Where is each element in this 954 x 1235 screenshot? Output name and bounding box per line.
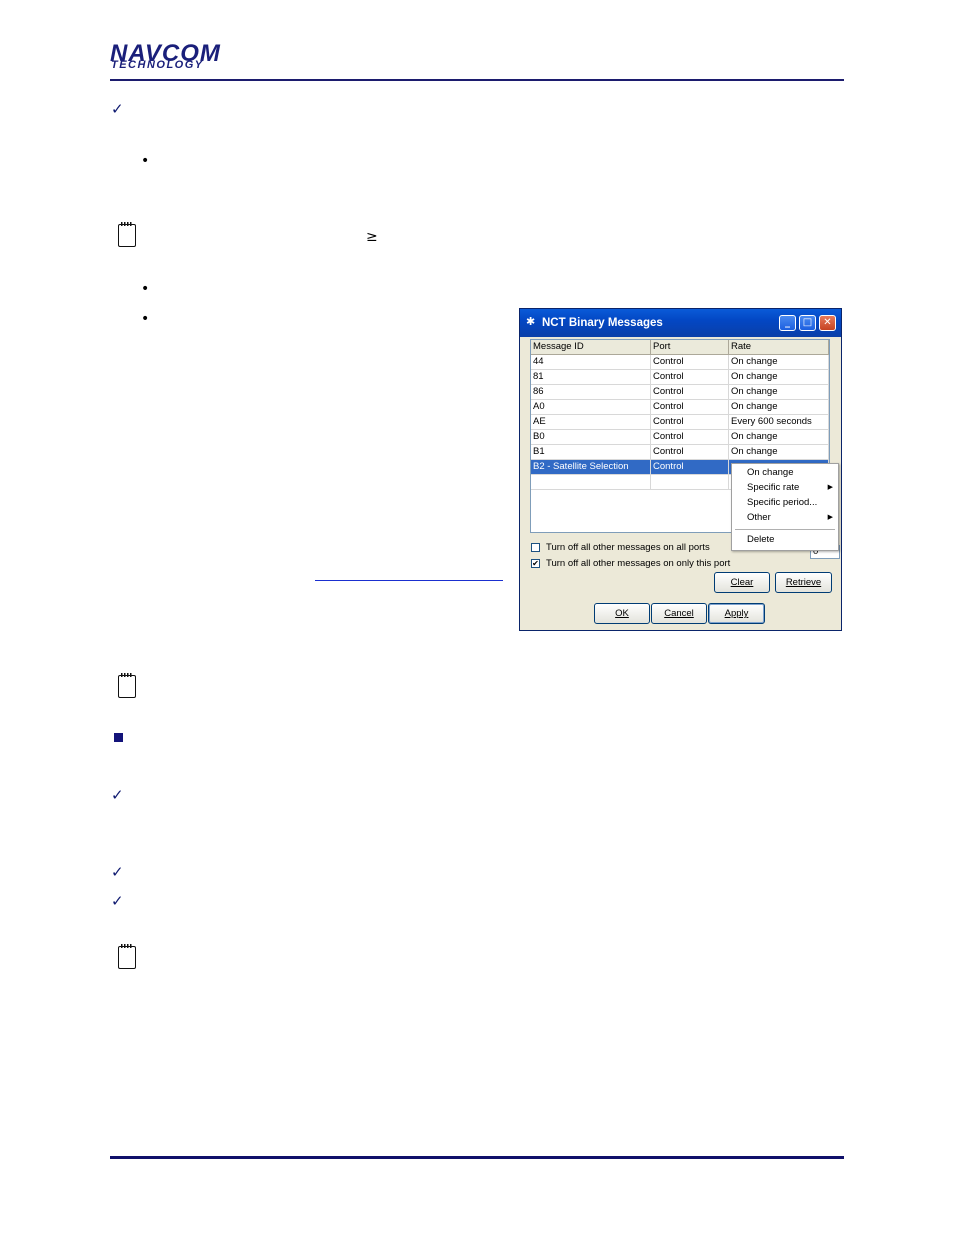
app-icon: ✱: [526, 315, 536, 328]
check-icon: ✓: [111, 892, 124, 910]
apply-button[interactable]: Apply: [708, 603, 765, 624]
table-row[interactable]: 81 Control On change: [531, 370, 829, 385]
note-icon: [118, 222, 136, 247]
message-id-cell: 81: [531, 370, 651, 385]
message-id-cell: 86: [531, 385, 651, 400]
clear-button[interactable]: Clear: [714, 572, 770, 593]
greater-equal-symbol: ≥: [366, 229, 378, 245]
all-ports-checkbox-label: Turn off all other messages on all ports: [546, 542, 710, 553]
message-id-cell: B0: [531, 430, 651, 445]
close-button[interactable]: ✕: [819, 315, 836, 331]
maximize-button[interactable]: □: [799, 315, 816, 331]
technology-logo-text: TECHNOLOGY: [111, 59, 204, 71]
submenu-arrow-icon: ▶: [827, 483, 833, 491]
menu-item-specific-period[interactable]: Specific period...: [747, 497, 817, 509]
rate-cell: On change: [729, 385, 829, 400]
rate-cell: On change: [729, 430, 829, 445]
dialog-title: NCT Binary Messages: [542, 317, 663, 329]
port-cell: Control: [651, 460, 729, 475]
menu-item-on-change[interactable]: On change: [747, 467, 793, 479]
column-header-rate[interactable]: Rate: [729, 340, 829, 355]
table-row[interactable]: 86 Control On change: [531, 385, 829, 400]
rate-cell: On change: [729, 355, 829, 370]
check-icon: ✓: [111, 100, 124, 118]
menu-item-other[interactable]: Other: [747, 512, 771, 524]
note-icon: [118, 673, 136, 698]
menu-item-specific-rate[interactable]: Specific rate: [747, 482, 799, 494]
check-icon: ✓: [111, 786, 124, 804]
cancel-button[interactable]: Cancel: [651, 603, 707, 624]
square-bullet-icon: [114, 733, 123, 742]
bullet-icon: •: [141, 153, 150, 169]
this-port-checkbox-label: Turn off all other messages on only this…: [546, 558, 731, 569]
port-cell: Control: [651, 430, 729, 445]
port-cell: [651, 475, 729, 490]
port-cell: Control: [651, 400, 729, 415]
rate-cell: Every 600 seconds: [729, 415, 829, 430]
submenu-arrow-icon: ▶: [827, 513, 833, 521]
rate-context-menu: On change Specific rate ▶ Specific perio…: [731, 463, 839, 551]
rate-cell: On change: [729, 370, 829, 385]
rate-cell: On change: [729, 445, 829, 460]
hyperlink-underline[interactable]: [315, 580, 503, 581]
table-row[interactable]: 44 Control On change: [531, 355, 829, 370]
check-icon: ✓: [111, 863, 124, 881]
port-cell: Control: [651, 370, 729, 385]
dialog-titlebar[interactable]: ✱ NCT Binary Messages _ □ ✕: [520, 309, 841, 337]
minimize-button[interactable]: _: [779, 315, 796, 331]
this-port-checkbox[interactable]: ✔: [531, 559, 540, 568]
menu-item-delete[interactable]: Delete: [747, 534, 774, 546]
table-row[interactable]: A0 Control On change: [531, 400, 829, 415]
message-id-cell: [531, 475, 651, 490]
message-id-cell: A0: [531, 400, 651, 415]
nct-binary-messages-dialog: ✱ NCT Binary Messages _ □ ✕ Message ID P…: [519, 308, 842, 631]
ok-button[interactable]: OK: [594, 603, 650, 624]
port-cell: Control: [651, 415, 729, 430]
port-cell: Control: [651, 445, 729, 460]
message-id-cell: B1: [531, 445, 651, 460]
bullet-icon: •: [141, 311, 150, 327]
retrieve-button[interactable]: Retrieve: [775, 572, 832, 593]
table-row[interactable]: AE Control Every 600 seconds: [531, 415, 829, 430]
table-row[interactable]: B1 Control On change: [531, 445, 829, 460]
port-cell: Control: [651, 385, 729, 400]
all-ports-checkbox[interactable]: [531, 543, 540, 552]
footer-rule: [110, 1156, 844, 1159]
rate-cell: On change: [729, 400, 829, 415]
bullet-icon: •: [141, 281, 150, 297]
header-rule: [110, 79, 844, 81]
menu-separator: [735, 529, 835, 530]
column-header-message-id[interactable]: Message ID: [531, 340, 651, 355]
table-row[interactable]: B0 Control On change: [531, 430, 829, 445]
port-cell: Control: [651, 355, 729, 370]
column-header-port[interactable]: Port: [651, 340, 729, 355]
message-id-cell: B2 - Satellite Selection: [531, 460, 651, 475]
message-id-cell: 44: [531, 355, 651, 370]
message-id-cell: AE: [531, 415, 651, 430]
note-icon: [118, 944, 136, 969]
